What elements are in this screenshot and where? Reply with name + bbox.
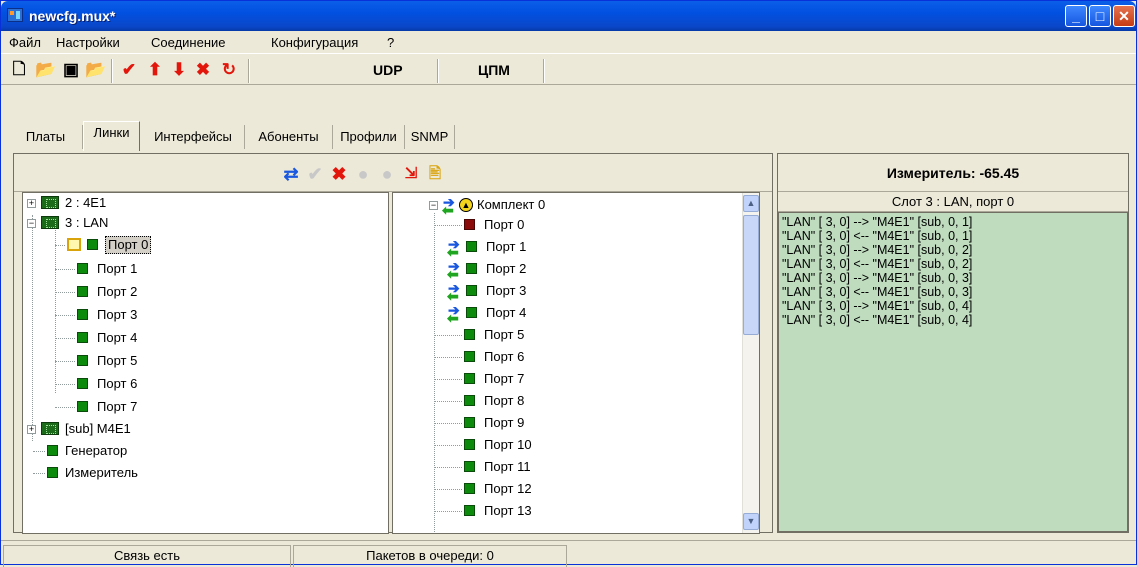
tab-links[interactable]: Линки [83,121,140,151]
meter-log[interactable]: "LAN" [ 3, 0] --> "M4E1" [sub, 0, 1] "LA… [778,212,1128,532]
port-status-icon [466,241,477,252]
save-as-icon[interactable]: 📂 [85,60,106,80]
menu-connection[interactable]: Соединение [151,35,226,50]
port-status-icon [466,263,477,274]
port-status-icon [87,239,98,250]
log-line: "LAN" [ 3, 0] --> "M4E1" [sub, 0, 1] [782,215,973,229]
log-line: "LAN" [ 3, 0] <-- "M4E1" [sub, 0, 1] [782,229,973,243]
save-icon[interactable]: ▣ [61,60,81,80]
report-icon[interactable]: 🖹 [424,163,446,185]
port-status-icon [77,286,88,297]
scroll-thumb[interactable] [743,215,759,335]
port-status-icon [77,332,88,343]
disabled-circle-icon[interactable]: ● [376,163,398,185]
tab-boards[interactable]: Платы [9,125,83,149]
tab-snmp[interactable]: SNMP [405,125,455,149]
meter-slot-label: Слот 3 : LAN, порт 0 [778,192,1128,212]
link-arrows-icon: ➔ ⬅ [442,194,455,218]
menu-settings[interactable]: Настройки [56,35,120,50]
log-line: "LAN" [ 3, 0] <-- "M4E1" [sub, 0, 4] [782,313,973,327]
port-status-icon [464,351,475,362]
new-file-icon[interactable]: 🗋 [9,60,29,80]
remove-link-icon[interactable]: ✖ [328,163,350,185]
port-status-icon [77,401,88,412]
tab-profiles[interactable]: Профили [333,125,405,149]
open-folder-icon[interactable]: 📂 [35,60,56,80]
log-line: "LAN" [ 3, 0] --> "M4E1" [sub, 0, 3] [782,271,973,285]
link-arrows-icon: ➔ ⬅ [447,280,460,304]
port-status-icon [466,307,477,318]
toolbar-separator [543,59,545,83]
port-status-icon [47,445,58,456]
link-arrows-icon: ➔ ⬅ [447,302,460,326]
cpm-button[interactable]: ЦПМ [478,62,510,78]
port-status-icon [464,417,475,428]
scroll-up-icon[interactable]: ▲ [743,195,759,212]
toolbar-separator [111,59,113,83]
link-arrows-icon: ➔ ⬅ [447,258,460,282]
link-source-icon [67,238,81,251]
refresh-icon[interactable]: ↻ [219,60,239,80]
delete-x-icon[interactable]: ✖ [193,60,213,80]
links-tree[interactable]: − ➔ ⬅ ▲ Комплект 0 Порт 0 ➔ ⬅ Порт 1 ➔ ⬅ Порт… [392,192,760,534]
menu-bar: Файл Настройки Соединение Конфигурация ? [1,31,1136,53]
arrow-up-icon[interactable]: ⬆ [145,60,165,80]
window-title: newcfg.mux* [29,8,116,24]
export-icon[interactable]: ⇲ [400,163,422,185]
port-status-icon [77,355,88,366]
title-bar[interactable]: newcfg.mux* _ □ ✕ [1,1,1136,31]
board-chip-icon [41,422,59,435]
meter-title: Измеритель: -65.45 [778,154,1128,192]
tab-interfaces[interactable]: Интерфейсы [142,125,245,149]
link-arrows-icon[interactable]: ⇄ [280,163,302,185]
app-window: newcfg.mux* _ □ ✕ Файл Настройки Соедине… [0,0,1137,567]
port-status-icon [464,483,475,494]
log-line: "LAN" [ 3, 0] --> "M4E1" [sub, 0, 4] [782,299,973,313]
toolbar: 🗋 📂 ▣ 📂 ✔ ⬆ ⬇ ✖ ↻ UDP ЦПМ [1,53,1136,85]
tab-subscribers[interactable]: Абоненты [245,125,333,149]
toolbar-separator [248,59,250,83]
menu-help[interactable]: ? [387,35,394,50]
app-icon [7,8,23,22]
port-status-icon [77,378,88,389]
disabled-circle-icon[interactable]: ● [352,163,374,185]
arrow-down-icon[interactable]: ⬇ [169,60,189,80]
meter-panel: Измеритель: -65.45 Слот 3 : LAN, порт 0 … [777,153,1129,533]
udp-button[interactable]: UDP [373,62,403,78]
port-status-icon [464,373,475,384]
log-line: "LAN" [ 3, 0] <-- "M4E1" [sub, 0, 3] [782,285,973,299]
status-queue: Пакетов в очереди: 0 [293,545,567,567]
links-panel: ⇄ ✔ ✖ ● ● ⇲ 🖹 +2 : 4E1 −3 : LAN Порт 0 П… [13,153,773,534]
port-status-icon [464,329,475,340]
link-arrows-icon: ➔ ⬅ [447,236,460,260]
port-status-icon [464,505,475,516]
menu-configuration[interactable]: Конфигурация [271,35,358,50]
close-button[interactable]: ✕ [1113,5,1135,27]
board-chip-icon [41,216,59,229]
apply-check-icon[interactable]: ✔ [304,163,326,185]
boards-tree[interactable]: +2 : 4E1 −3 : LAN Порт 0 Порт 1 Порт 2 П… [22,192,389,534]
warning-icon: ▲ [459,198,473,212]
port-status-icon [47,467,58,478]
status-bar: Связь есть Пакетов в очереди: 0 [1,540,1136,567]
links-toolbar: ⇄ ✔ ✖ ● ● ⇲ 🖹 [14,154,772,192]
toolbar-separator [437,59,439,83]
menu-file[interactable]: Файл [9,35,41,50]
links-scrollbar[interactable]: ▲ ▼ [742,193,759,533]
board-chip-icon [41,196,59,209]
port-status-icon [464,461,475,472]
port-status-icon [77,263,88,274]
checkmark-icon[interactable]: ✔ [119,60,139,80]
log-line: "LAN" [ 3, 0] --> "M4E1" [sub, 0, 2] [782,243,973,257]
scroll-down-icon[interactable]: ▼ [743,513,759,530]
port-status-icon [464,439,475,450]
log-line: "LAN" [ 3, 0] <-- "M4E1" [sub, 0, 2] [782,257,973,271]
maximize-button[interactable]: □ [1089,5,1111,27]
port-status-icon [466,285,477,296]
status-connection: Связь есть [3,545,291,567]
port-status-icon [464,219,475,230]
port-status-icon [77,309,88,320]
minimize-button[interactable]: _ [1065,5,1087,27]
port-status-icon [464,395,475,406]
